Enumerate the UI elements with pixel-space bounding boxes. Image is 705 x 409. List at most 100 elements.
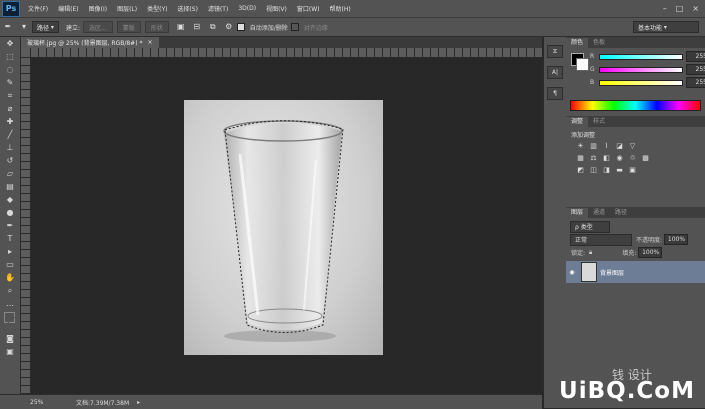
blur-tool-icon[interactable]: ◆ [0, 193, 20, 206]
blend-mode-select[interactable]: 正常 [570, 233, 632, 246]
channel-mixer-icon[interactable]: ♲ [628, 154, 637, 163]
eraser-tool-icon[interactable]: ▱ [0, 167, 20, 180]
path-select-tool-icon[interactable]: ▸ [0, 245, 20, 258]
channel-r-value[interactable]: 255 [686, 51, 705, 62]
pen-tool-icon[interactable]: ✒ [0, 219, 20, 232]
lasso-tool-icon[interactable]: ◌ [0, 63, 20, 76]
horizontal-ruler[interactable] [30, 48, 542, 58]
align-edges-checkbox[interactable] [290, 23, 299, 31]
vibrance-icon[interactable]: ▽ [628, 142, 637, 151]
gear-icon[interactable]: ⚙ [224, 22, 234, 32]
menu-layer[interactable]: 图层(L) [112, 4, 142, 13]
bw-icon[interactable]: ◧ [602, 154, 611, 163]
tab-color[interactable]: 颜色 [566, 38, 589, 48]
tab-layers[interactable]: 图层 [566, 208, 589, 218]
auto-add-checkbox[interactable] [236, 23, 245, 31]
gradient-map-icon[interactable]: ▬ [615, 166, 624, 175]
zoom-level[interactable]: 25% [30, 399, 48, 406]
tab-swatches[interactable]: 色板 [588, 38, 610, 48]
color-spectrum[interactable] [570, 100, 701, 111]
photo-filter-icon[interactable]: ◉ [615, 154, 624, 163]
healing-tool-icon[interactable]: ✚ [0, 115, 20, 128]
move-tool-icon[interactable]: ✥ [0, 37, 20, 50]
menu-filter[interactable]: 滤镜(T) [203, 4, 233, 13]
tab-close-icon[interactable]: × [147, 39, 152, 46]
document-image[interactable] [184, 100, 383, 355]
menu-help[interactable]: 帮助(H) [325, 4, 356, 13]
hue-icon[interactable]: ▦ [576, 154, 585, 163]
menu-view[interactable]: 视图(V) [261, 4, 292, 13]
opacity-value[interactable]: 100% [664, 234, 689, 245]
minimize-button[interactable]: – [663, 4, 667, 13]
invert-icon[interactable]: ◩ [576, 166, 585, 175]
more-tools-icon[interactable]: … [0, 297, 20, 310]
gradient-tool-icon[interactable]: ▤ [0, 180, 20, 193]
levels-icon[interactable]: ▥ [589, 142, 598, 151]
brightness-icon[interactable]: ☀ [576, 142, 585, 151]
channel-g-value[interactable]: 255 [686, 64, 705, 75]
tab-channels[interactable]: 通道 [588, 208, 610, 218]
character-panel-icon[interactable]: ¶ [547, 87, 563, 100]
crop-tool-icon[interactable]: ⌗ [0, 89, 20, 102]
screen-mode-icon[interactable]: ▣ [0, 345, 20, 358]
status-arrow-icon[interactable]: ▸ [137, 399, 140, 406]
mode-select[interactable]: 路径 ▾ [32, 21, 59, 33]
type-tool-icon[interactable]: T [0, 232, 20, 245]
vertical-ruler[interactable] [21, 57, 31, 394]
workspace-select[interactable]: 基本功能 ▾ [633, 21, 699, 33]
eyedropper-tool-icon[interactable]: ⌀ [0, 102, 20, 115]
marquee-tool-icon[interactable]: ⬚ [0, 50, 20, 63]
channel-g-slider[interactable] [599, 66, 683, 73]
tab-styles[interactable]: 样式 [588, 117, 610, 127]
lock-icon[interactable]: 🔒︎ [589, 249, 592, 257]
channel-b-slider[interactable] [599, 79, 683, 86]
exposure-icon[interactable]: ◪ [615, 142, 624, 151]
threshold-icon[interactable]: ◨ [602, 166, 611, 175]
color-lookup-icon[interactable]: ▩ [641, 154, 650, 163]
quick-mask-icon[interactable]: ◙ [0, 332, 20, 345]
quick-select-tool-icon[interactable]: ✎ [0, 76, 20, 89]
color-swatches[interactable] [0, 310, 20, 332]
history-brush-icon[interactable]: ↺ [0, 154, 20, 167]
brush-tool-icon[interactable]: ╱ [0, 128, 20, 141]
menu-file[interactable]: 文件(F) [23, 4, 53, 13]
menu-select[interactable]: 选择(S) [172, 4, 203, 13]
pen-tool-icon[interactable]: ✒ [3, 22, 13, 32]
hand-tool-icon[interactable]: ✋ [0, 271, 20, 284]
maximize-button[interactable]: □ [676, 4, 684, 13]
path-alignment-icon[interactable]: ⊟ [192, 22, 202, 32]
stamp-tool-icon[interactable]: ⊥ [0, 141, 20, 154]
menu-window[interactable]: 窗口(W) [292, 4, 325, 13]
chevron-down-icon[interactable]: ▾ [19, 22, 29, 32]
background-color-swatch[interactable] [8, 317, 19, 328]
menu-image[interactable]: 图像(I) [84, 4, 112, 13]
posterize-icon[interactable]: ◫ [589, 166, 598, 175]
channel-b-value[interactable]: 255 [686, 77, 705, 88]
background-color-swatch[interactable] [576, 58, 589, 71]
make-mask-button[interactable]: 蒙版 [116, 21, 141, 33]
menu-type[interactable]: 类型(Y) [142, 4, 172, 13]
tab-adjustments[interactable]: 调整 [566, 117, 589, 127]
path-arrangement-icon[interactable]: ⧉ [208, 22, 218, 32]
path-operations-icon[interactable]: ▣ [176, 22, 186, 32]
menu-3d[interactable]: 3D(D) [233, 5, 261, 12]
document-tab[interactable]: 玻璃杯.jpg @ 25% (背景图层, RGB/8#) * × [21, 37, 159, 48]
layer-filter-select[interactable]: ρ 类型 [570, 220, 610, 233]
curves-icon[interactable]: ⌇ [602, 142, 611, 151]
zoom-tool-icon[interactable]: ⌕ [0, 284, 20, 297]
history-panel-icon[interactable]: ⧖ [547, 45, 563, 58]
make-shape-button[interactable]: 形状 [144, 21, 169, 33]
channel-r-slider[interactable] [599, 53, 683, 60]
fill-value[interactable]: 100% [638, 247, 663, 258]
tab-paths[interactable]: 路径 [610, 208, 632, 218]
selective-color-icon[interactable]: ▣ [628, 166, 637, 175]
color-balance-icon[interactable]: ⚖ [589, 154, 598, 163]
close-button[interactable]: × [692, 4, 699, 13]
dodge-tool-icon[interactable]: ● [0, 206, 20, 219]
properties-panel-icon[interactable]: A| [547, 66, 563, 79]
make-selection-button[interactable]: 选区... [82, 21, 113, 33]
shape-tool-icon[interactable]: ▭ [0, 258, 20, 271]
layer-row-background[interactable]: ◉ 背景图层 [566, 261, 705, 283]
menu-edit[interactable]: 编辑(E) [53, 4, 83, 13]
eye-icon[interactable]: ◉ [566, 269, 578, 276]
